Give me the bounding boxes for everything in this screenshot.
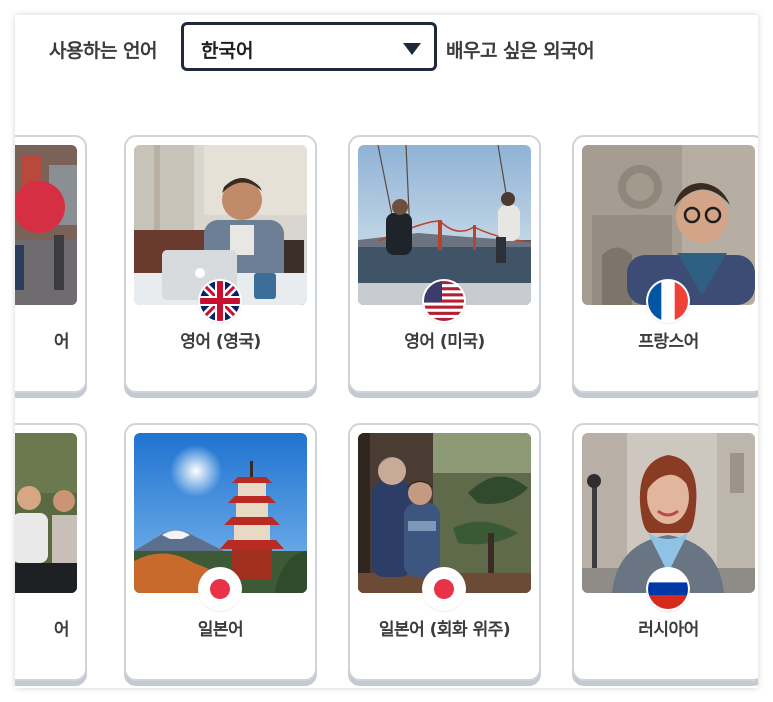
course-name: 프랑스어 — [638, 332, 699, 352]
course-name: 영어 (영국) — [180, 332, 261, 352]
native-language-value: 한국어 — [201, 40, 254, 62]
course-name: 일본어 (회화 위주) — [378, 620, 511, 640]
uk-flag-icon — [200, 281, 240, 321]
course-photo-friends — [15, 433, 77, 593]
us-flag-icon — [424, 281, 464, 321]
course-card-partial-1[interactable]: 어 — [15, 135, 87, 393]
course-card-english-us[interactable]: 영어 (미국) — [348, 135, 541, 393]
native-language-label: 사용하는 언어 — [49, 40, 158, 62]
course-card-english-uk[interactable]: 영어 (영국) — [124, 135, 317, 393]
chevron-down-icon — [403, 40, 421, 59]
course-name: 영어 (미국) — [404, 332, 485, 352]
learn-language-label: 배우고 싶은 외국어 — [446, 40, 595, 62]
japan-flag-icon — [200, 569, 240, 609]
course-card-french[interactable]: 프랑스어 — [572, 135, 758, 393]
language-toolbar: 사용하는 언어 한국어 배우고 싶은 외국어 — [15, 15, 758, 85]
course-name: 어 — [53, 332, 70, 352]
france-flag-icon — [648, 281, 688, 321]
course-photo-street-umbrella — [15, 145, 77, 305]
russia-flag-icon — [648, 569, 688, 609]
japan-flag-icon — [424, 569, 464, 609]
course-card-japanese-conversation[interactable]: 일본어 (회화 위주) — [348, 423, 541, 681]
course-card-russian[interactable]: 러시아어 — [572, 423, 758, 681]
course-name: 러시아어 — [638, 620, 699, 640]
course-name: 어 — [53, 620, 70, 640]
course-card-japanese[interactable]: 일본어 — [124, 423, 317, 681]
course-picker-panel: 사용하는 언어 한국어 배우고 싶은 외국어 어 영어 (영국) 영어 (미국)… — [15, 15, 758, 688]
native-language-select[interactable]: 한국어 — [181, 22, 437, 71]
course-name: 일본어 — [197, 620, 244, 640]
course-card-partial-2[interactable]: 어 — [15, 423, 87, 681]
